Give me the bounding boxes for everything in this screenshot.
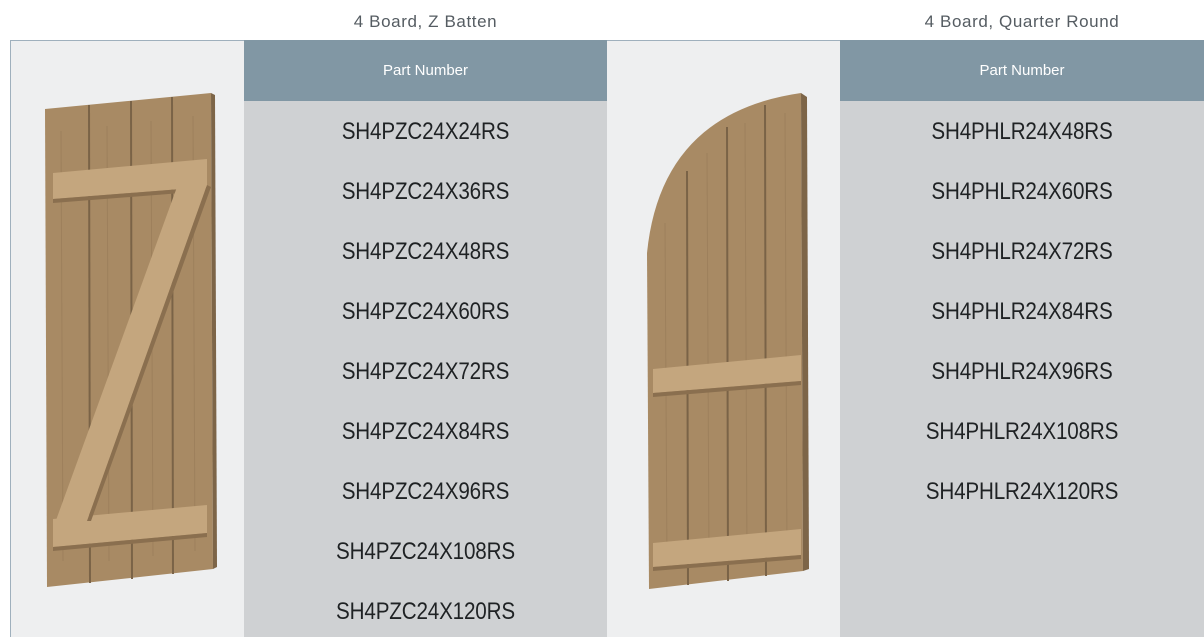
column-header-part-number: Part Number xyxy=(840,40,1204,101)
part-number-row: SH4PZC24X96RS xyxy=(341,478,510,505)
z-batten-image-panel xyxy=(10,40,244,637)
part-number-row: SH4PZC24X120RS xyxy=(336,598,515,625)
part-number-row: SH4PZC24X72RS xyxy=(341,358,510,385)
part-number-row: SH4PHLR24X60RS xyxy=(931,178,1113,205)
part-number-row: SH4PHLR24X84RS xyxy=(931,298,1113,325)
part-number-row: SH4PHLR24X96RS xyxy=(931,358,1113,385)
part-number-row: SH4PHLR24X72RS xyxy=(931,238,1113,265)
column-header-part-number: Part Number xyxy=(244,40,607,101)
part-number-row: SH4PZC24X84RS xyxy=(341,418,510,445)
part-number-row: SH4PZC24X60RS xyxy=(341,298,510,325)
part-number-row: SH4PZC24X36RS xyxy=(341,178,510,205)
quarter-round-image-panel xyxy=(607,40,840,637)
part-number-row: SH4PZC24X24RS xyxy=(341,118,510,145)
part-number-row: SH4PHLR24X108RS xyxy=(925,418,1119,445)
part-number-row: SH4PZC24X108RS xyxy=(336,538,515,565)
quarter-round-parts-table: Part Number SH4PHLR24X48RS SH4PHLR24X60R… xyxy=(840,40,1204,637)
part-number-row: SH4PHLR24X48RS xyxy=(931,118,1113,145)
z-batten-shutter-image xyxy=(45,93,217,587)
part-number-row: SH4PHLR24X120RS xyxy=(925,478,1119,505)
z-batten-parts-table: Part Number SH4PZC24X24RS SH4PZC24X36RS … xyxy=(244,40,607,637)
quarter-round-shutter-image xyxy=(647,93,809,589)
part-number-row: SH4PZC24X48RS xyxy=(341,238,510,265)
product-title-z-batten: 4 Board, Z Batten xyxy=(353,12,498,31)
product-title-quarter-round: 4 Board, Quarter Round xyxy=(924,12,1120,31)
